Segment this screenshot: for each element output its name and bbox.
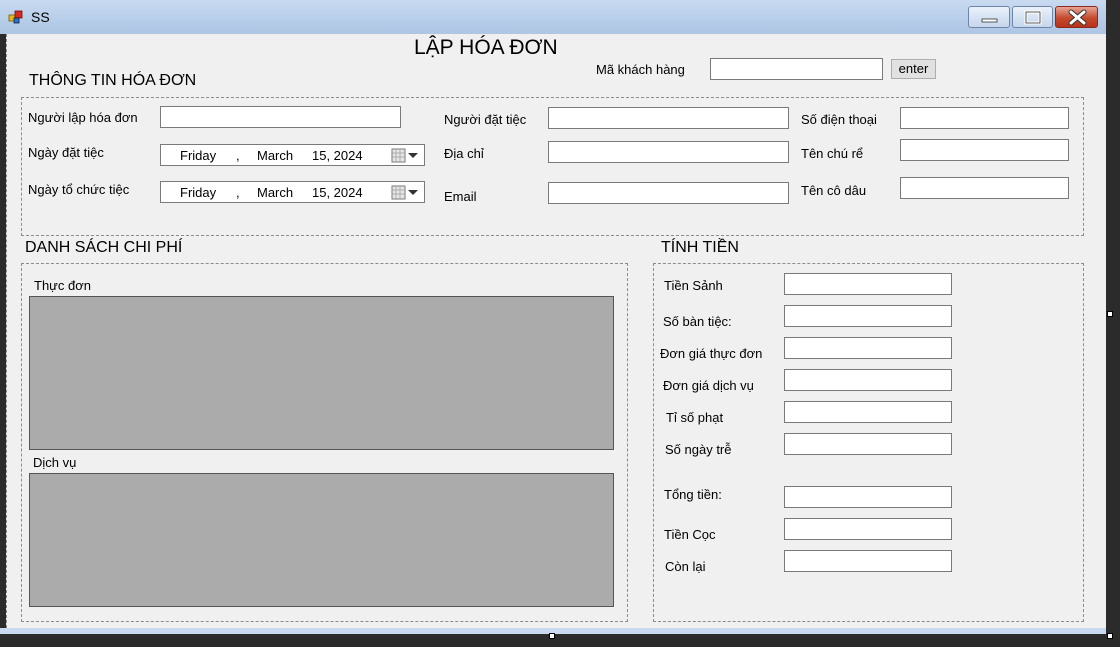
total-label: Tổng tiền: xyxy=(664,487,722,502)
booker-input[interactable] xyxy=(548,107,789,129)
remaining-label: Còn lại xyxy=(665,559,706,574)
bride-input[interactable] xyxy=(900,177,1069,199)
menu-price-label: Đơn giá thực đơn xyxy=(660,346,763,361)
booking-date-label: Ngày đặt tiệc xyxy=(28,145,104,160)
email-label: Email xyxy=(444,189,477,204)
penalty-rate-input[interactable] xyxy=(784,401,952,423)
close-button[interactable] xyxy=(1055,6,1098,28)
resize-handle-corner[interactable] xyxy=(1107,633,1113,639)
event-date-picker[interactable]: Friday , March 15, 2024 xyxy=(160,181,425,203)
service-price-input[interactable] xyxy=(784,369,952,391)
booking-date-month: March xyxy=(257,148,294,163)
address-input[interactable] xyxy=(548,141,789,163)
booking-date-picker[interactable]: Friday , March 15, 2024 xyxy=(160,144,425,166)
phone-input[interactable] xyxy=(900,107,1069,129)
event-date-separator: , xyxy=(236,185,240,200)
maximize-icon xyxy=(1024,10,1042,25)
calendar-dropdown-icon[interactable] xyxy=(391,184,423,202)
deposit-label: Tiền Cọc xyxy=(664,527,716,542)
deposit-input[interactable] xyxy=(784,518,952,540)
expenses-title: DANH SÁCH CHI PHÍ xyxy=(25,239,183,256)
service-price-label: Đơn giá dịch vụ xyxy=(663,378,754,393)
creator-input[interactable] xyxy=(160,106,401,128)
customer-code-input[interactable] xyxy=(710,58,883,80)
maximize-button[interactable] xyxy=(1012,6,1053,28)
customer-code-label: Mã khách hàng xyxy=(596,62,685,77)
window-title: SS xyxy=(31,9,50,25)
calc-title: TÍNH TIỀN xyxy=(661,239,739,256)
booking-date-weekday: Friday xyxy=(180,148,217,163)
bride-label: Tên cô dâu xyxy=(801,183,867,198)
remaining-input[interactable] xyxy=(784,550,952,572)
phone-label: Số điện thoại xyxy=(801,112,877,127)
minimize-button[interactable] xyxy=(968,6,1010,28)
enter-button[interactable]: enter xyxy=(891,59,936,79)
penalty-rate-label: Tỉ số phạt xyxy=(666,410,724,425)
services-grid[interactable] xyxy=(29,473,614,607)
services-label: Dịch vụ xyxy=(33,455,77,470)
address-label: Địa chỉ xyxy=(444,146,484,161)
booking-date-day-year: 15, 2024 xyxy=(312,148,363,163)
window-titlebar xyxy=(0,0,1106,34)
event-date-weekday: Friday xyxy=(180,185,217,200)
menu-label: Thực đơn xyxy=(34,278,91,293)
booking-date-separator: , xyxy=(236,148,240,163)
form-resize-edge xyxy=(1100,34,1106,634)
app-icon xyxy=(8,9,24,25)
menu-grid[interactable] xyxy=(29,296,614,450)
minimize-icon xyxy=(981,18,998,23)
hall-fee-label: Tiền Sảnh xyxy=(664,278,723,293)
email-input[interactable] xyxy=(548,182,789,204)
tables-input[interactable] xyxy=(784,305,952,327)
form-title: LẬP HÓA ĐƠN xyxy=(414,36,558,59)
calendar-dropdown-icon[interactable] xyxy=(391,147,423,165)
resize-handle-bottom[interactable] xyxy=(549,633,555,639)
total-input[interactable] xyxy=(784,486,952,508)
close-icon xyxy=(1068,9,1087,26)
hall-fee-input[interactable] xyxy=(784,273,952,295)
late-days-label: Số ngày trễ xyxy=(665,442,732,457)
event-date-month: March xyxy=(257,185,294,200)
groom-label: Tên chú rể xyxy=(801,146,864,161)
invoice-info-title: THÔNG TIN HÓA ĐƠN xyxy=(29,72,197,89)
booker-label: Người đặt tiệc xyxy=(444,112,527,127)
resize-handle-right[interactable] xyxy=(1107,311,1113,317)
tables-label: Số bàn tiệc: xyxy=(663,314,732,329)
late-days-input[interactable] xyxy=(784,433,952,455)
event-date-label: Ngày tổ chức tiệc xyxy=(28,182,130,197)
groom-input[interactable] xyxy=(900,139,1069,161)
creator-label: Người lập hóa đơn xyxy=(28,110,138,125)
event-date-day-year: 15, 2024 xyxy=(312,185,363,200)
menu-price-input[interactable] xyxy=(784,337,952,359)
